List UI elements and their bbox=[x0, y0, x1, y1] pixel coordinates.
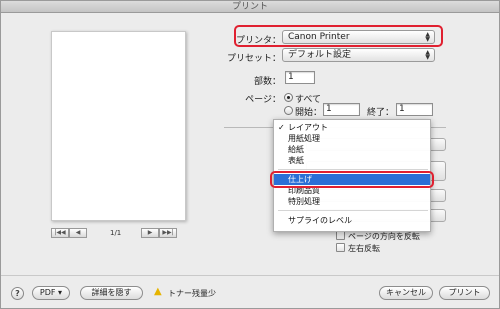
pages-all-radio[interactable] bbox=[284, 93, 293, 102]
menu-separator bbox=[278, 210, 428, 211]
cancel-button[interactable]: キャンセル bbox=[379, 286, 433, 300]
flip-horizontal-checkbox[interactable] bbox=[336, 243, 345, 252]
pager-left-group: |◀◀ ◀ bbox=[51, 228, 87, 238]
help-button[interactable]: ? bbox=[11, 287, 24, 300]
pdf-menu-button[interactable]: PDF ▾ bbox=[32, 286, 70, 300]
last-page-button[interactable]: ▶▶| bbox=[159, 228, 177, 238]
next-page-button[interactable]: ▶ bbox=[141, 228, 159, 238]
menu-item-label: レイアウト bbox=[288, 123, 328, 132]
page-counter: 1/1 bbox=[110, 229, 122, 237]
reverse-orientation-checkbox[interactable] bbox=[336, 231, 345, 240]
pages-range-radio[interactable] bbox=[284, 106, 293, 115]
menu-item-label: 表紙 bbox=[288, 156, 304, 165]
menu-separator bbox=[278, 169, 428, 170]
print-button[interactable]: プリント bbox=[439, 286, 490, 300]
checkmark-icon: ✓ bbox=[278, 123, 285, 132]
copies-field[interactable]: 1 bbox=[285, 71, 315, 84]
pages-to-field[interactable]: 1 bbox=[396, 103, 433, 116]
menu-item-layout[interactable]: ✓ レイアウト bbox=[274, 122, 430, 133]
menu-item-label: サプライのレベル bbox=[288, 216, 352, 225]
hide-details-button[interactable]: 詳細を隠す bbox=[80, 286, 143, 300]
finishing-highlight bbox=[270, 171, 434, 188]
menu-item-cover[interactable]: 表紙 bbox=[274, 155, 430, 166]
menu-item-label: 特別処理 bbox=[288, 197, 320, 206]
pages-label: ページ： bbox=[245, 95, 281, 105]
warning-icon: ▲ bbox=[154, 286, 162, 297]
pages-from-label: 開始： bbox=[295, 108, 323, 118]
preset-value: デフォルト設定 bbox=[288, 50, 352, 60]
menu-item-paper-feed[interactable]: 給紙 bbox=[274, 144, 430, 155]
menu-item-supply-levels[interactable]: サプライのレベル bbox=[274, 215, 430, 226]
page-preview bbox=[51, 31, 186, 221]
pager-right-group: ▶ ▶▶| bbox=[141, 228, 177, 238]
toner-low-warning: トナー残量少 bbox=[168, 289, 216, 298]
reverse-orientation-label: ページの方向を反転 bbox=[348, 232, 420, 241]
prev-page-button[interactable]: ◀ bbox=[69, 228, 87, 238]
pages-from-field[interactable]: 1 bbox=[323, 103, 360, 116]
copies-label: 部数： bbox=[253, 77, 281, 87]
pages-to-label: 終了： bbox=[367, 108, 395, 118]
popup-arrows-icon: ▲ ▼ bbox=[425, 49, 430, 61]
printer-highlight bbox=[234, 25, 443, 47]
menu-item-special-processing[interactable]: 特別処理 bbox=[274, 196, 430, 207]
pages-all-label: すべて bbox=[295, 95, 322, 105]
first-page-button[interactable]: |◀◀ bbox=[51, 228, 69, 238]
preset-label: プリセット： bbox=[226, 54, 281, 64]
flip-horizontal-label: 左右反転 bbox=[348, 244, 380, 253]
menu-item-label: 給紙 bbox=[288, 145, 304, 154]
menu-item-paper-handling[interactable]: 用紙処理 bbox=[274, 133, 430, 144]
footer-divider bbox=[1, 275, 499, 276]
window-title: プリント bbox=[1, 1, 499, 13]
print-dialog: プリント |◀◀ ◀ 1/1 ▶ ▶▶| プリンタ： Canon Printer… bbox=[0, 0, 500, 309]
preset-popup[interactable]: デフォルト設定 ▲ ▼ bbox=[282, 48, 435, 62]
menu-item-label: 用紙処理 bbox=[288, 134, 320, 143]
